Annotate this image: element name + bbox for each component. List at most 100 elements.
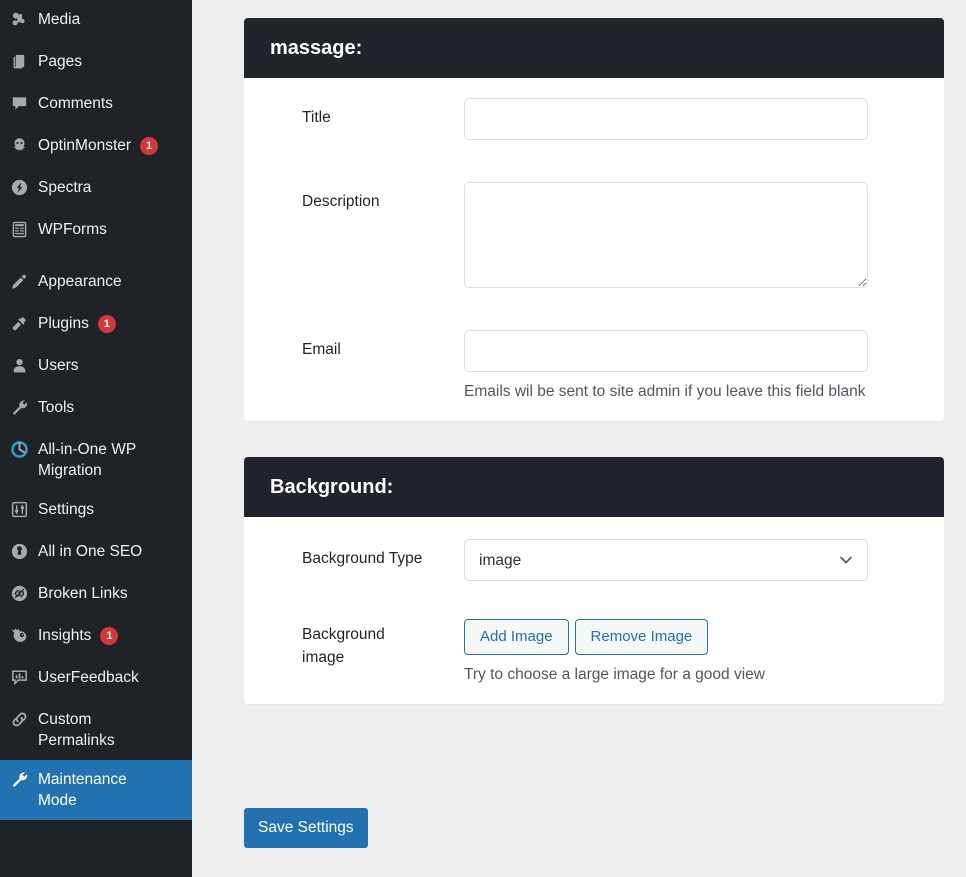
sidebar-item-text: Comments xyxy=(38,95,113,112)
message-panel: massage: Title Description Email Emails … xyxy=(244,18,944,421)
spectra-icon xyxy=(9,177,29,198)
sidebar-item-text: All-in-One WP Migration xyxy=(38,441,137,479)
email-control: Emails wil be sent to site admin if you … xyxy=(464,330,868,403)
background-image-buttons: Add Image Remove Image xyxy=(464,619,868,655)
broken-links-icon xyxy=(9,583,29,604)
description-textarea[interactable] xyxy=(464,182,868,288)
add-image-button[interactable]: Add Image xyxy=(464,619,569,655)
background-type-select-wrapper: image xyxy=(464,539,868,581)
main-content: massage: Title Description Email Emails … xyxy=(192,0,966,877)
sidebar-item-badge: 1 xyxy=(140,137,159,155)
sidebar-item-text: Broken Links xyxy=(38,585,128,602)
background-panel-body: Background Type image Background image A… xyxy=(244,517,944,704)
sidebar-item-text: Media xyxy=(38,11,81,28)
title-input[interactable] xyxy=(464,98,868,140)
email-input[interactable] xyxy=(464,330,868,372)
message-panel-title: massage: xyxy=(244,18,944,78)
sidebar-item-text: OptinMonster xyxy=(38,137,132,154)
sidebar-item-appearance[interactable]: Appearance xyxy=(0,262,192,304)
background-type-row: Background Type image xyxy=(244,517,944,581)
sidebar-item-text: Pages xyxy=(38,53,82,70)
sidebar-item-text: Tools xyxy=(38,399,75,416)
sidebar-item-badge: 1 xyxy=(100,627,119,645)
save-settings-button[interactable]: Save Settings xyxy=(244,808,368,848)
sidebar-item-wpforms[interactable]: WPForms xyxy=(0,210,192,252)
description-label: Description xyxy=(302,193,380,210)
email-label: Email xyxy=(302,341,341,358)
message-panel-body: Title Description Email Emails wil be se… xyxy=(244,78,944,421)
remove-image-button[interactable]: Remove Image xyxy=(574,619,709,655)
sidebar-item-text: Plugins xyxy=(38,315,89,332)
sidebar-item-broken-links[interactable]: Broken Links xyxy=(0,574,192,616)
sidebar-item-label: Broken Links xyxy=(38,583,184,604)
wpforms-icon xyxy=(9,219,29,240)
title-label: Title xyxy=(302,109,331,126)
all-in-one-wp-migration-icon xyxy=(9,439,29,460)
sidebar-item-custom-permalinks[interactable]: Custom Permalinks xyxy=(0,700,192,760)
settings-icon xyxy=(9,499,29,520)
background-image-help-text: Try to choose a large image for a good v… xyxy=(464,666,765,683)
wordpress-admin-screen: Media Pages Comments OptinMonster 1 Spectra WP… xyxy=(0,0,966,877)
sidebar-item-label: Comments xyxy=(38,93,184,114)
background-type-control: image xyxy=(464,539,868,581)
sidebar-item-all-in-one-seo[interactable]: All in One SEO xyxy=(0,532,192,574)
sidebar-item-text: Users xyxy=(38,357,79,374)
comments-icon xyxy=(9,93,29,114)
sidebar-item-optinmonster[interactable]: OptinMonster 1 xyxy=(0,126,192,168)
background-panel: Background: Background Type image Backgr… xyxy=(244,457,944,704)
description-field-row: Description xyxy=(244,140,944,288)
sidebar-item-label: Settings xyxy=(38,499,184,520)
background-type-label: Background Type xyxy=(302,550,423,567)
email-field-row: Email Emails wil be sent to site admin i… xyxy=(244,288,944,403)
sidebar-item-label: Spectra xyxy=(38,177,184,198)
sidebar-item-text: Spectra xyxy=(38,179,92,196)
sidebar-item-insights[interactable]: Insights 1 xyxy=(0,616,192,658)
media-icon xyxy=(9,9,29,30)
sidebar-item-label: Plugins 1 xyxy=(38,313,184,334)
sidebar-item-plugins[interactable]: Plugins 1 xyxy=(0,304,192,346)
pages-icon xyxy=(9,51,29,72)
sidebar-item-tools[interactable]: Tools xyxy=(0,388,192,430)
sidebar-item-spectra[interactable]: Spectra xyxy=(0,168,192,210)
sidebar-item-label: OptinMonster 1 xyxy=(38,135,184,156)
sidebar-item-users[interactable]: Users xyxy=(0,346,192,388)
sidebar-item-media[interactable]: Media xyxy=(0,0,192,42)
background-panel-title: Background: xyxy=(244,457,944,517)
background-type-select[interactable]: image xyxy=(464,539,868,581)
title-field-row: Title xyxy=(244,78,944,140)
sidebar-item-label: Media xyxy=(38,9,184,30)
sidebar-item-maintenance-mode[interactable]: Maintenance Mode xyxy=(0,760,192,820)
background-image-label: Background image xyxy=(302,626,385,666)
sidebar-item-label: Pages xyxy=(38,51,184,72)
sidebar-menu: Media Pages Comments OptinMonster 1 Spectra WP… xyxy=(0,0,192,820)
sidebar-item-label: Tools xyxy=(38,397,184,418)
optinmonster-icon xyxy=(9,135,29,156)
background-image-control: Add Image Remove Image Try to choose a l… xyxy=(464,619,868,686)
userfeedback-icon xyxy=(9,667,29,688)
title-control xyxy=(464,98,868,140)
email-help-text: Emails wil be sent to site admin if you … xyxy=(464,383,866,400)
sidebar-item-text: Insights xyxy=(38,627,92,644)
all-in-one-seo-icon xyxy=(9,541,29,562)
background-image-row: Background image Add Image Remove Image … xyxy=(244,581,944,686)
sidebar-item-label: UserFeedback xyxy=(38,667,184,688)
sidebar-item-text: Settings xyxy=(38,501,95,518)
sidebar-item-text: Custom Permalinks xyxy=(38,711,115,749)
sidebar-item-text: WPForms xyxy=(38,221,107,238)
sidebar-item-label: Maintenance Mode xyxy=(38,769,184,811)
sidebar-item-label: Custom Permalinks xyxy=(38,709,184,751)
sidebar-item-pages[interactable]: Pages xyxy=(0,42,192,84)
sidebar-item-text: UserFeedback xyxy=(38,669,139,686)
sidebar-item-settings[interactable]: Settings xyxy=(0,490,192,532)
sidebar-item-comments[interactable]: Comments xyxy=(0,84,192,126)
tools-icon xyxy=(9,397,29,418)
sidebar-item-label: Users xyxy=(38,355,184,376)
sidebar-item-all-in-one-wp-migration[interactable]: All-in-One WP Migration xyxy=(0,430,192,490)
appearance-icon xyxy=(9,271,29,292)
sidebar-item-text: All in One SEO xyxy=(38,543,143,560)
sidebar-item-label: All-in-One WP Migration xyxy=(38,439,184,481)
sidebar-item-label: WPForms xyxy=(38,219,184,240)
sidebar-item-userfeedback[interactable]: UserFeedback xyxy=(0,658,192,700)
sidebar-item-text: Appearance xyxy=(38,273,122,290)
insights-icon xyxy=(9,625,29,646)
